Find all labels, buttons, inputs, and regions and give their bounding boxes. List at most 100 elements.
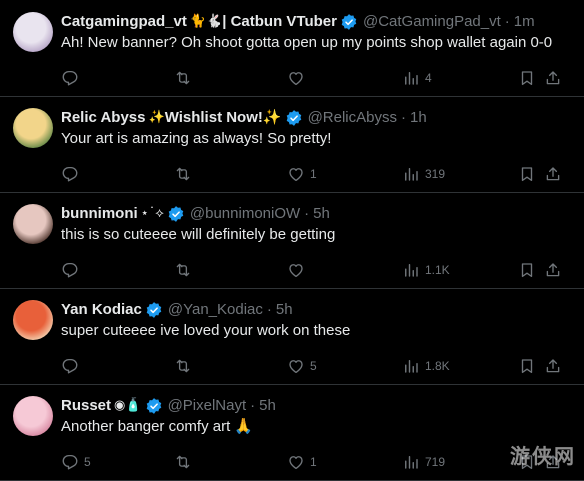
- reply-tweet[interactable]: Russet ◉🧴 @PixelNayt · 5h Another banger comf…: [0, 385, 584, 481]
- user-handle[interactable]: @CatGamingPad_vt: [363, 12, 501, 32]
- tweet-text: this is so cuteeee will definitely be ge…: [61, 226, 336, 243]
- tweet-header: Catgamingpad_vt 🐈🐇 | Catbun VTuber @CatGam…: [61, 12, 535, 32]
- heart-icon: [289, 456, 303, 470]
- tweet-text: Another banger comfy art 🙏: [61, 418, 254, 435]
- avatar[interactable]: [13, 204, 53, 244]
- bookmark-icon: [521, 71, 533, 86]
- bookmark-button[interactable]: [518, 355, 536, 377]
- tweet-actions: 5 1.8K: [61, 355, 584, 377]
- reply-button[interactable]: [61, 259, 84, 281]
- reply-tweet[interactable]: Catgamingpad_vt 🐈🐇 | Catbun VTuber @CatGam…: [0, 0, 584, 97]
- share-button[interactable]: [544, 163, 562, 185]
- display-name[interactable]: bunnimoni: [61, 204, 138, 224]
- reply-icon: [62, 358, 78, 374]
- views-button[interactable]: 1.1K: [402, 259, 450, 281]
- reply-button[interactable]: 5: [61, 451, 91, 473]
- retweet-icon: [176, 455, 190, 469]
- avatar[interactable]: [13, 300, 53, 340]
- tweet-actions: 1.1K: [61, 259, 584, 281]
- retweet-button[interactable]: [174, 451, 197, 473]
- reply-count: 5: [84, 455, 91, 469]
- verified-badge-icon: [145, 397, 163, 415]
- timestamp[interactable]: 5h: [259, 396, 276, 416]
- like-button[interactable]: [287, 259, 310, 281]
- avatar[interactable]: [13, 12, 53, 52]
- reply-icon: [62, 70, 78, 86]
- share-button[interactable]: [544, 67, 562, 89]
- heart-icon: [289, 360, 303, 374]
- display-name[interactable]: Yan Kodiac: [61, 300, 142, 320]
- retweet-button[interactable]: [174, 259, 197, 281]
- tweet-actions: 4: [61, 67, 584, 89]
- reply-button[interactable]: [61, 67, 84, 89]
- user-handle[interactable]: @RelicAbyss: [308, 108, 397, 128]
- avatar[interactable]: [13, 108, 53, 148]
- tweet-actions: 5 1 719: [61, 451, 584, 473]
- views-count: 319: [425, 167, 446, 181]
- tweet-actions: 1 319: [61, 163, 584, 185]
- share-icon: [546, 167, 560, 181]
- timestamp[interactable]: 1m: [514, 12, 535, 32]
- name-emojis: ✨: [148, 110, 165, 125]
- heart-icon: [289, 168, 303, 182]
- share-icon: [546, 359, 560, 373]
- retweet-icon: [176, 71, 190, 85]
- user-handle[interactable]: @PixelNayt: [168, 396, 247, 416]
- bookmark-icon: [521, 359, 533, 374]
- reply-tweet[interactable]: bunnimoni ⋆˙⟡ @bunnimoniOW · 5h this is so cu…: [0, 193, 584, 289]
- verified-badge-icon: [285, 109, 303, 127]
- reply-tweet[interactable]: Relic Abyss ✨ Wishlist Now!✨ @RelicAbyss · 1…: [0, 97, 584, 193]
- bookmark-icon: [521, 263, 533, 278]
- user-handle[interactable]: @Yan_Kodiac: [168, 300, 263, 320]
- timestamp[interactable]: 5h: [276, 300, 293, 320]
- reply-tweet[interactable]: Yan Kodiac @Yan_Kodiac · 5h super cuteeee iv…: [0, 289, 584, 385]
- display-name-suffix[interactable]: Wishlist Now!✨: [165, 108, 282, 128]
- retweet-button[interactable]: [174, 67, 197, 89]
- separator-dot: ·: [504, 13, 510, 30]
- like-button[interactable]: 1: [287, 451, 317, 473]
- name-emojis: ◉🧴: [114, 398, 142, 413]
- retweet-button[interactable]: [174, 163, 197, 185]
- views-count: 1.1K: [425, 263, 450, 277]
- views-icon: [405, 264, 418, 277]
- views-icon: [405, 360, 418, 373]
- timestamp[interactable]: 1h: [410, 108, 427, 128]
- reply-icon: [62, 166, 78, 182]
- views-button[interactable]: 719: [402, 451, 445, 473]
- bookmark-button[interactable]: [518, 259, 536, 281]
- bookmark-button[interactable]: [518, 67, 536, 89]
- verified-badge-icon: [340, 13, 358, 31]
- views-icon: [405, 456, 418, 469]
- views-button[interactable]: 1.8K: [402, 355, 450, 377]
- heart-icon: [289, 72, 303, 86]
- bookmark-button[interactable]: [518, 163, 536, 185]
- like-button[interactable]: [287, 67, 310, 89]
- like-button[interactable]: 5: [287, 355, 317, 377]
- views-count: 1.8K: [425, 359, 450, 373]
- reply-button[interactable]: [61, 355, 84, 377]
- retweet-button[interactable]: [174, 355, 197, 377]
- display-name[interactable]: Relic Abyss: [61, 108, 146, 128]
- bookmark-icon: [521, 167, 533, 182]
- reply-button[interactable]: [61, 163, 84, 185]
- display-name[interactable]: Russet: [61, 396, 111, 416]
- verified-badge-icon: [167, 205, 185, 223]
- avatar[interactable]: [13, 396, 53, 436]
- user-handle[interactable]: @bunnimoniOW: [190, 204, 300, 224]
- retweet-icon: [176, 359, 190, 373]
- display-name-suffix[interactable]: | Catbun VTuber: [222, 12, 337, 32]
- retweet-icon: [176, 263, 190, 277]
- timestamp[interactable]: 5h: [313, 204, 330, 224]
- views-button[interactable]: 319: [402, 163, 445, 185]
- retweet-icon: [176, 167, 190, 181]
- display-name[interactable]: Catgamingpad_vt: [61, 12, 187, 32]
- like-button[interactable]: 1: [287, 163, 317, 185]
- share-button[interactable]: [544, 355, 562, 377]
- views-icon: [405, 72, 418, 85]
- views-button[interactable]: 4: [402, 67, 432, 89]
- share-icon: [546, 71, 560, 85]
- tweet-text: Your art is amazing as always! So pretty…: [61, 130, 332, 147]
- share-button[interactable]: [544, 259, 562, 281]
- tweet-header: Relic Abyss ✨ Wishlist Now!✨ @RelicAbyss · 1…: [61, 108, 427, 128]
- separator-dot: ·: [266, 301, 272, 318]
